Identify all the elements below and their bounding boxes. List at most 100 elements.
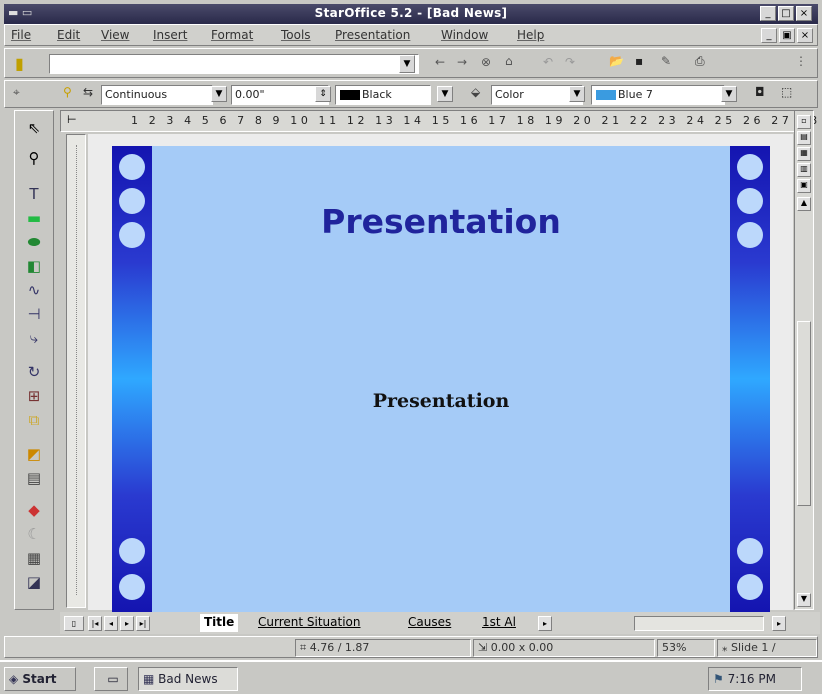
select-icon[interactable]: ⇖ [21, 117, 47, 139]
transform-icon[interactable]: ⌖ [13, 85, 20, 100]
scroll-right-button[interactable]: ▸ [772, 616, 786, 631]
alignment-icon[interactable]: ⊞ [21, 385, 47, 407]
tab-stop-icon[interactable]: ⊢ [67, 113, 77, 126]
ellipse-tool-icon[interactable]: ⬬ [21, 231, 47, 253]
menu-view[interactable]: View [101, 28, 129, 42]
doc-restore-button[interactable]: ▣ [779, 28, 795, 43]
area-style-dropdown[interactable]: ▼ [569, 86, 585, 102]
vertical-scrollbar[interactable]: ▫ ▤ ▦ ▥ ▣ ▲ ▼ [794, 110, 814, 610]
url-dropdown-button[interactable]: ▼ [399, 55, 415, 73]
rotate-icon[interactable]: ↻ [21, 361, 47, 383]
text-tool-icon[interactable]: T [21, 183, 47, 205]
menu-tools[interactable]: Tools [281, 28, 311, 42]
slide-show-icon[interactable]: ▦ [21, 547, 47, 569]
view-mode-button[interactable]: ▯ [64, 616, 84, 631]
horizontal-scrollbar[interactable] [634, 616, 764, 631]
shadow-icon[interactable]: ◘ [755, 85, 765, 99]
print-icon[interactable]: ⎙ [695, 54, 705, 69]
next-slide-button[interactable]: ▸ [120, 616, 134, 631]
tab-title[interactable]: Title [200, 614, 239, 632]
edit-file-icon[interactable]: ▮ [15, 54, 24, 73]
area-color-dropdown[interactable]: ▼ [721, 86, 737, 102]
taskbar: ◈ Start ▭ ▦ Bad News ⚑ 7:16 PM [0, 660, 822, 694]
task-label: Bad News [158, 672, 218, 686]
scroll-down-button[interactable]: ▼ [797, 593, 811, 607]
doc-minimize-button[interactable]: _ [761, 28, 777, 43]
first-slide-button[interactable]: |◂ [88, 616, 102, 631]
scroll-thumb[interactable] [797, 321, 811, 506]
menu-insert[interactable]: Insert [153, 28, 187, 42]
menu-window[interactable]: Window [441, 28, 488, 42]
view-slides-button[interactable]: ▦ [797, 147, 811, 161]
title-bar: ▬ ▭ StarOffice 5.2 - [Bad News] _ □ × [4, 4, 818, 24]
line-width-spin[interactable]: ⇕ [315, 86, 331, 102]
rectangle-tool-icon[interactable]: ▬ [21, 207, 47, 229]
3d-effects-icon[interactable]: ☾ [21, 523, 47, 545]
minimize-button[interactable]: _ [760, 6, 776, 21]
desktop-icon[interactable]: ▭ [94, 667, 128, 691]
close-button[interactable]: × [796, 6, 812, 21]
line-style-dropdown[interactable]: ▼ [211, 86, 227, 102]
menu-edit[interactable]: Edit [57, 28, 80, 42]
menu-presentation[interactable]: Presentation [335, 28, 410, 42]
status-size: ⇲ 0.00 x 0.00 [473, 639, 655, 657]
effects-icon[interactable]: ◆ [21, 499, 47, 521]
tab-scroll-button[interactable]: ▸ [538, 616, 552, 631]
crop-icon[interactable]: ⬚ [781, 85, 792, 99]
last-slide-button[interactable]: ▸| [136, 616, 150, 631]
stop-icon[interactable]: ⊗ [481, 55, 491, 69]
curve-tool-icon[interactable]: ∿ [21, 279, 47, 301]
line-color-label: Black [362, 88, 392, 101]
menu-file[interactable]: File [11, 28, 31, 42]
view-drawing-button[interactable]: ▫ [797, 115, 811, 129]
interaction-icon[interactable]: ◪ [21, 571, 47, 593]
band-dot [737, 538, 763, 564]
menu-format[interactable]: Format [211, 28, 253, 42]
url-input[interactable] [49, 54, 419, 74]
line-color-select[interactable]: Black [335, 85, 431, 105]
save-icon[interactable]: ▪ [635, 54, 643, 68]
slide-subtitle[interactable]: Presentation [112, 390, 770, 412]
band-dot [119, 538, 145, 564]
controls-icon[interactable]: ▤ [21, 467, 47, 489]
line-icon[interactable]: ⚲ [63, 85, 72, 99]
redo-icon[interactable]: ↷ [565, 55, 575, 69]
task-bad-news[interactable]: ▦ Bad News [138, 667, 238, 691]
view-notes-button[interactable]: ▥ [797, 163, 811, 177]
insert-icon[interactable]: ◩ [21, 443, 47, 465]
status-zoom[interactable]: 53% [657, 639, 715, 657]
3d-object-icon[interactable]: ◧ [21, 255, 47, 277]
area-color-label: Blue 7 [618, 88, 653, 101]
main-toolbar: ⇖ ⚲ T ▬ ⬬ ◧ ∿ ⊣ ⤷ ↻ ⊞ ⧉ ◩ ▤ ◆ ☾ ▦ ◪ [14, 110, 54, 610]
view-handout-button[interactable]: ▣ [797, 179, 811, 193]
arrange-icon[interactable]: ⧉ [21, 409, 47, 431]
scroll-up-button[interactable]: ▲ [797, 197, 811, 211]
forward-icon[interactable]: → [457, 55, 467, 69]
zoom-icon[interactable]: ⚲ [21, 147, 47, 169]
edit-icon[interactable]: ✎ [661, 54, 671, 68]
prev-slide-button[interactable]: ◂ [104, 616, 118, 631]
line-tool-icon[interactable]: ⊣ [21, 303, 47, 325]
toolbar-more-icon[interactable]: ⋮ [795, 54, 807, 68]
slide-counter: Slide 1 / [731, 641, 776, 654]
view-outline-button[interactable]: ▤ [797, 131, 811, 145]
line-color-dropdown[interactable]: ▼ [437, 86, 453, 102]
tab-current-situation[interactable]: Current Situation [254, 614, 365, 632]
tab-1st-al[interactable]: 1st Al [478, 614, 520, 632]
doc-close-button[interactable]: × [797, 28, 813, 43]
tab-causes[interactable]: Causes [404, 614, 455, 632]
area-color-select[interactable]: Blue 7 [591, 85, 725, 105]
menu-help[interactable]: Help [517, 28, 544, 42]
connector-tool-icon[interactable]: ⤷ [21, 327, 47, 349]
line-style-select[interactable]: Continuous [101, 85, 213, 105]
area-icon[interactable]: ⬙ [471, 85, 480, 99]
maximize-button[interactable]: □ [778, 6, 794, 21]
back-icon[interactable]: ← [435, 55, 445, 69]
slide-title[interactable]: Presentation [112, 202, 770, 241]
open-icon[interactable]: 📂 [609, 54, 624, 68]
slide[interactable]: Presentation Presentation [112, 146, 770, 612]
undo-icon[interactable]: ↶ [543, 55, 553, 69]
arrow-style-icon[interactable]: ⇆ [83, 85, 93, 99]
home-icon[interactable]: ⌂ [505, 54, 513, 68]
start-button[interactable]: ◈ Start [4, 667, 76, 691]
